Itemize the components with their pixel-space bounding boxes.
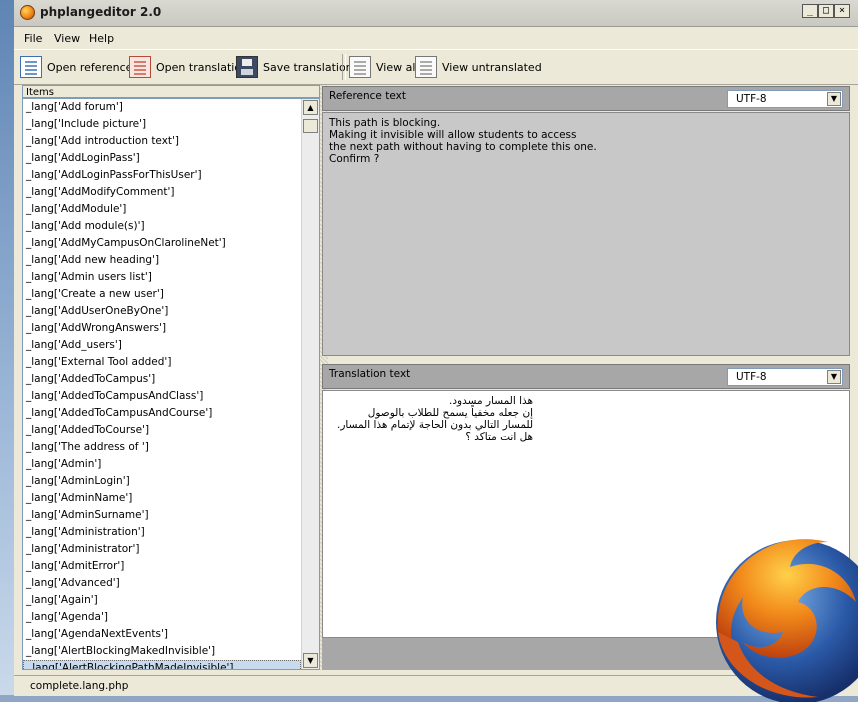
list-item[interactable]: _lang['Admin users list'] — [23, 269, 301, 286]
menu-help[interactable]: Help — [89, 32, 114, 45]
open-reference-label: Open reference — [47, 60, 133, 74]
menu-file[interactable]: File — [24, 32, 42, 45]
reference-encoding-select[interactable]: UTF-8 ▼ — [727, 90, 843, 108]
chevron-down-icon[interactable]: ▼ — [827, 370, 841, 384]
title-bar[interactable]: phplangeditor 2.0 _ □ × — [14, 0, 858, 27]
reference-header: Reference text UTF-8 ▼ — [322, 86, 850, 111]
desktop-background — [0, 0, 14, 695]
list-item[interactable]: _lang['AlertBlockingMakedInvisible'] — [23, 643, 301, 660]
list-item[interactable]: _lang['AddUserOneByOne'] — [23, 303, 301, 320]
reference-title: Reference text — [329, 90, 406, 102]
list-icon — [349, 56, 371, 78]
list-item[interactable]: _lang['AddWrongAnswers'] — [23, 320, 301, 337]
save-translation-button[interactable]: Save translation — [236, 55, 353, 79]
list-item[interactable]: _lang['Add new heading'] — [23, 252, 301, 269]
menu-bar: File View Help — [14, 27, 858, 48]
list-item[interactable]: _lang['AddedToCampusAndClass'] — [23, 388, 301, 405]
list-item[interactable]: _lang['AddModifyComment'] — [23, 184, 301, 201]
translation-title: Translation text — [329, 368, 411, 380]
scroll-down-arrow-icon[interactable]: ▼ — [303, 653, 318, 668]
list-item[interactable]: _lang['Admin'] — [23, 456, 301, 473]
list-item[interactable]: _lang['Administrator'] — [23, 541, 301, 558]
window-controls: _ □ × — [802, 4, 850, 18]
list-item[interactable]: _lang['AddedToCourse'] — [23, 422, 301, 439]
open-translation-button[interactable]: Open translation — [129, 55, 248, 79]
list-item[interactable]: _lang['Add module(s)'] — [23, 218, 301, 235]
list-item[interactable]: _lang['AddModule'] — [23, 201, 301, 218]
translation-encoding-select[interactable]: UTF-8 ▼ — [727, 368, 843, 386]
list-item[interactable]: _lang['AdmitError'] — [23, 558, 301, 575]
list-item[interactable]: _lang['Administration'] — [23, 524, 301, 541]
list-item[interactable]: _lang['AdminName'] — [23, 490, 301, 507]
list-item[interactable]: _lang['Create a new user'] — [23, 286, 301, 303]
list-untranslated-icon — [415, 56, 437, 78]
reference-text-area: This path is blocking. Making it invisib… — [322, 112, 850, 356]
list-item[interactable]: _lang['Add introduction text'] — [23, 133, 301, 150]
floppy-disk-icon — [236, 56, 258, 78]
minimize-button[interactable]: _ — [802, 4, 818, 18]
view-all-label: View all — [376, 60, 419, 74]
list-item[interactable]: _lang['AdminSurname'] — [23, 507, 301, 524]
app-icon — [20, 5, 35, 20]
list-item[interactable]: _lang['AddLoginPass'] — [23, 150, 301, 167]
items-column-header[interactable]: Items — [22, 85, 320, 98]
window-title: phplangeditor 2.0 — [40, 5, 162, 19]
list-item[interactable]: _lang['External Tool added'] — [23, 354, 301, 371]
list-item[interactable]: _lang['AddMyCampusOnClarolineNet'] — [23, 235, 301, 252]
list-item[interactable]: _lang['AddedToCampus'] — [23, 371, 301, 388]
items-list: _lang['Add forum'] _lang['Include picture… — [23, 99, 301, 669]
reference-encoding-value: UTF-8 — [736, 93, 767, 105]
open-reference-button[interactable]: Open reference — [20, 55, 132, 79]
list-item[interactable]: _lang['AddLoginPassForThisUser'] — [23, 167, 301, 184]
firefox-logo-icon — [716, 539, 858, 702]
list-item[interactable]: _lang['Agenda'] — [23, 609, 301, 626]
scroll-thumb[interactable] — [303, 119, 318, 133]
list-item[interactable]: _lang['Add forum'] — [23, 99, 301, 116]
list-item[interactable]: _lang['Advanced'] — [23, 575, 301, 592]
translation-text[interactable]: هذا المسار مسدود. إن جعله مخفياً يسمح لل… — [337, 395, 533, 443]
document-icon — [20, 56, 42, 78]
document-red-icon — [129, 56, 151, 78]
view-all-button[interactable]: View all — [349, 55, 418, 79]
items-scrollbar[interactable]: ▲ ▼ — [301, 99, 319, 669]
close-button[interactable]: × — [834, 4, 850, 18]
list-item[interactable]: _lang['Include picture'] — [23, 116, 301, 133]
menu-view[interactable]: View — [54, 32, 80, 45]
list-item[interactable]: _lang['Again'] — [23, 592, 301, 609]
list-item[interactable]: _lang['AgendaNextEvents'] — [23, 626, 301, 643]
open-translation-label: Open translation — [156, 60, 249, 74]
save-translation-label: Save translation — [263, 60, 353, 74]
view-untranslated-button[interactable]: View untranslated — [415, 55, 542, 79]
status-filename: complete.lang.php — [30, 680, 129, 692]
scroll-up-arrow-icon[interactable]: ▲ — [303, 100, 318, 115]
list-item[interactable]: _lang['AddedToCampusAndCourse'] — [23, 405, 301, 422]
toolbar-separator — [342, 54, 346, 80]
list-item[interactable]: _lang['AdminLogin'] — [23, 473, 301, 490]
chevron-down-icon[interactable]: ▼ — [827, 92, 841, 106]
view-untranslated-label: View untranslated — [442, 60, 542, 74]
maximize-button[interactable]: □ — [818, 4, 834, 18]
list-item[interactable]: _lang['Add_users'] — [23, 337, 301, 354]
list-item[interactable]: _lang['The address of '] — [23, 439, 301, 456]
toolbar: Open reference Open translation Save tra… — [14, 49, 858, 85]
translation-header: Translation text UTF-8 ▼ — [322, 364, 850, 389]
list-item[interactable]: _lang['AlertBlockingPathMadeInvisible'] — [23, 660, 301, 669]
translation-encoding-value: UTF-8 — [736, 371, 767, 383]
items-list-panel: _lang['Add forum'] _lang['Include picture… — [22, 98, 320, 670]
